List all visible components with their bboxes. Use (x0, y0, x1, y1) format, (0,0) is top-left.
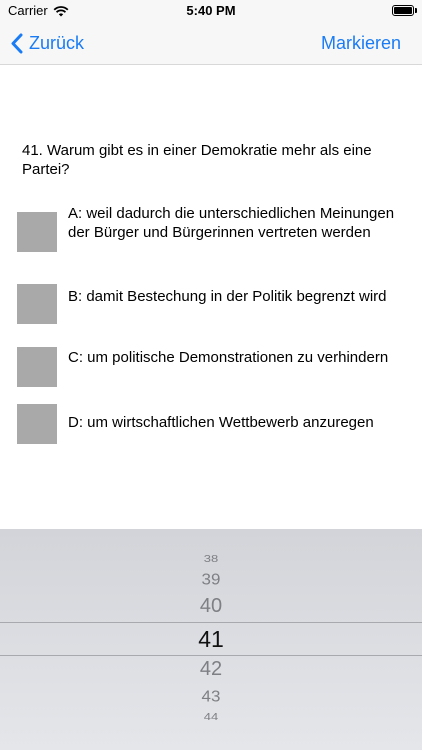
mark-button[interactable]: Markieren (321, 22, 401, 64)
answer-label-b: B: damit Bestechung in der Politik begre… (68, 288, 387, 305)
picker-item-selected[interactable]: 41 (0, 626, 422, 653)
chevron-left-icon (11, 33, 23, 53)
answer-label-a: A: weil dadurch die unterschiedlichen Me… (68, 205, 395, 241)
picker-item-40[interactable]: 40 (0, 595, 422, 618)
answer-option-a[interactable]: A: weil dadurch die unterschiedlichen Me… (17, 205, 407, 252)
battery-icon (392, 5, 414, 16)
clock: 5:40 PM (186, 3, 236, 18)
picker-item-43[interactable]: 43 (0, 688, 422, 706)
answer-label-c: C: um politische Demonstrationen zu verh… (68, 349, 389, 366)
picker-item-42[interactable]: 42 (0, 658, 422, 681)
answer-option-d[interactable]: D: um wirtschaftlichen Wettbewerb anzure… (17, 404, 407, 444)
battery-tip (415, 8, 417, 13)
answer-option-b[interactable]: B: damit Bestechung in der Politik begre… (17, 284, 407, 324)
back-label: Zurück (29, 32, 85, 53)
picker-item-39[interactable]: 39 (0, 571, 422, 589)
status-bar: Carrier 5:40 PM (0, 0, 422, 22)
answer-label-d: D: um wirtschaftlichen Wettbewerb anzure… (68, 414, 374, 431)
answer-checkbox-c[interactable] (17, 347, 57, 387)
back-button[interactable]: Zurück (10, 22, 84, 64)
answer-checkbox-d[interactable] (17, 404, 57, 444)
answer-option-c[interactable]: C: um politische Demonstrationen zu verh… (17, 347, 407, 387)
question-number-picker[interactable]: 38 39 40 41 42 43 44 (0, 529, 422, 750)
picker-item-38[interactable]: 38 (0, 553, 422, 565)
question-text: 41. Warum gibt es in einer Demokratie me… (22, 142, 372, 178)
answer-checkbox-b[interactable] (17, 284, 57, 324)
navigation-bar: Zurück Markieren (0, 22, 422, 65)
picker-item-44[interactable]: 44 (0, 711, 422, 723)
answer-checkbox-a[interactable] (17, 212, 57, 252)
